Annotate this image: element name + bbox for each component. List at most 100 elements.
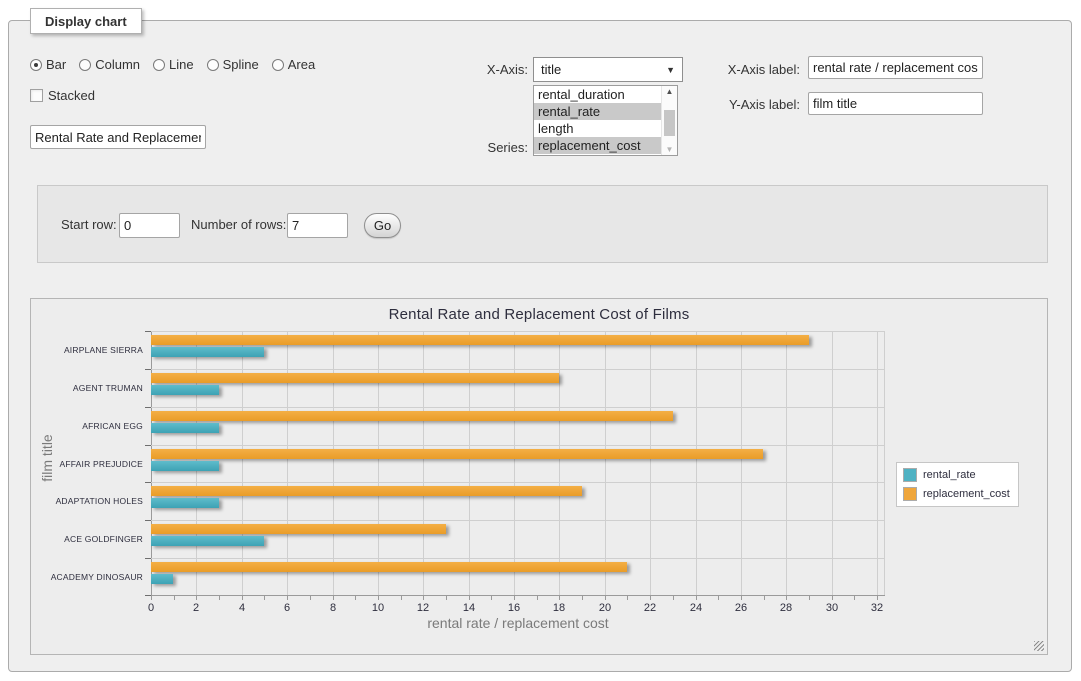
x-tick-label-28: 28: [771, 602, 801, 614]
x-tick-10: [378, 596, 379, 600]
x-tick-label-26: 26: [726, 602, 756, 614]
x-tick-20: [605, 596, 606, 600]
number-of-rows-label: Number of rows:: [191, 217, 286, 232]
gridline-x-24: [696, 331, 697, 596]
chart-panel: Rental Rate and Replacement Cost of Film…: [30, 298, 1048, 655]
start-row-input[interactable]: [119, 213, 180, 238]
x-tick-label-18: 18: [544, 602, 574, 614]
series-option-length[interactable]: length: [534, 120, 661, 137]
bar-replacement_cost: [151, 562, 627, 572]
gridline-x-20: [605, 331, 606, 596]
series-option-rental_rate[interactable]: rental_rate: [534, 103, 661, 120]
bar-rental_rate: [151, 385, 219, 395]
go-button[interactable]: Go: [364, 213, 401, 238]
chart-legend: rental_rate replacement_cost: [896, 462, 1019, 507]
radio-label: Area: [288, 57, 315, 72]
x-tick-16: [514, 596, 515, 600]
x-tick-label-8: 8: [318, 602, 348, 614]
category-label: ACE GOLDFINGER: [31, 534, 143, 544]
x-tick-25: [718, 596, 719, 600]
x-axis-selected-value: title: [541, 62, 561, 77]
stacked-checkbox[interactable]: [30, 89, 43, 102]
legend-entry-rental_rate: rental_rate: [903, 468, 1010, 482]
bar-replacement_cost: [151, 449, 763, 459]
x-tick-15: [491, 596, 492, 600]
chart-resize-handle[interactable]: [1034, 641, 1044, 651]
y-axis-tick-3: [145, 445, 151, 446]
y-axis-label-input[interactable]: [808, 92, 983, 115]
x-tick-label-16: 16: [499, 602, 529, 614]
x-tick-label-30: 30: [817, 602, 847, 614]
y-axis-tick-2: [145, 407, 151, 408]
scrollbar-thumb[interactable]: [664, 110, 675, 136]
series-scrollbar[interactable]: ▲ ▼: [661, 86, 677, 155]
x-tick-18: [559, 596, 560, 600]
chart-title-input[interactable]: [30, 125, 206, 149]
x-tick-5: [264, 596, 265, 600]
gridline-y-5: [151, 520, 885, 521]
chart-type-radio-bar[interactable]: Bar: [30, 57, 66, 72]
gridline-x-26: [741, 331, 742, 596]
row-range-panel: Start row: Number of rows: Go: [37, 185, 1048, 263]
x-tick-label-12: 12: [408, 602, 438, 614]
series-option-replacement_cost[interactable]: replacement_cost: [534, 137, 661, 154]
bar-rental_rate: [151, 347, 264, 357]
radio-label: Line: [169, 57, 194, 72]
number-of-rows-input[interactable]: [287, 213, 348, 238]
x-tick-21: [627, 596, 628, 600]
x-axis-title: rental rate / replacement cost: [151, 615, 885, 631]
x-tick-23: [673, 596, 674, 600]
x-tick-30: [832, 596, 833, 600]
x-tick-17: [537, 596, 538, 600]
gridline-y-1: [151, 369, 885, 370]
category-label: AFRICAN EGG: [31, 421, 143, 431]
scroll-down-icon[interactable]: ▼: [662, 145, 677, 154]
series-options: rental_durationrental_ratelengthreplacem…: [534, 86, 661, 155]
chart-type-radio-spline[interactable]: Spline: [207, 57, 259, 72]
gridline-x-16: [514, 331, 515, 596]
series-option-rental_duration[interactable]: rental_duration: [534, 86, 661, 103]
x-tick-6: [287, 596, 288, 600]
page: Display chart BarColumnLineSplineArea St…: [0, 0, 1081, 681]
y-axis-tick-0: [145, 331, 151, 332]
series-listbox[interactable]: rental_durationrental_ratelengthreplacem…: [533, 85, 678, 156]
bar-rental_rate: [151, 498, 219, 508]
stacked-label: Stacked: [48, 88, 95, 103]
x-tick-label-20: 20: [590, 602, 620, 614]
chart-type-radio-column[interactable]: Column: [79, 57, 140, 72]
gridline-y-6: [151, 558, 885, 559]
chart-type-radio-line[interactable]: Line: [153, 57, 194, 72]
radio-icon: [207, 59, 219, 71]
x-tick-22: [650, 596, 651, 600]
x-tick-24: [696, 596, 697, 600]
y-axis-tick-5: [145, 520, 151, 521]
bar-replacement_cost: [151, 524, 446, 534]
y-axis-label-caption: Y-Axis label:: [700, 97, 800, 112]
x-tick-4: [242, 596, 243, 600]
chart-type-radio-group: Bar Column Line Spline Area: [30, 57, 315, 72]
category-label: AGENT TRUMAN: [31, 383, 143, 393]
gridline-x-18: [559, 331, 560, 596]
x-tick-label-22: 22: [635, 602, 665, 614]
legend-entries: rental_rate replacement_cost: [903, 468, 1010, 501]
radio-label: Column: [95, 57, 140, 72]
x-axis-label-caption: X-Axis label:: [700, 62, 800, 77]
y-axis-tick-4: [145, 482, 151, 483]
gridline-x-22: [650, 331, 651, 596]
gridline-x-8: [333, 331, 334, 596]
x-tick-14: [469, 596, 470, 600]
category-label: ACADEMY DINOSAUR: [31, 572, 143, 582]
chart-type-radio-area[interactable]: Area: [272, 57, 315, 72]
legend-entry-replacement_cost: replacement_cost: [903, 487, 1010, 501]
gridline-x-28: [786, 331, 787, 596]
x-axis-label-input[interactable]: [808, 56, 983, 79]
x-axis-select[interactable]: title ▼: [533, 57, 683, 82]
stacked-checkbox-row[interactable]: Stacked: [30, 88, 95, 103]
x-tick-13: [446, 596, 447, 600]
gridline-y-3: [151, 445, 885, 446]
gridline-x-32: [877, 331, 878, 596]
legend-swatch: [903, 487, 917, 501]
x-tick-32: [877, 596, 878, 600]
gridline-x-6: [287, 331, 288, 596]
scroll-up-icon[interactable]: ▲: [662, 87, 677, 96]
